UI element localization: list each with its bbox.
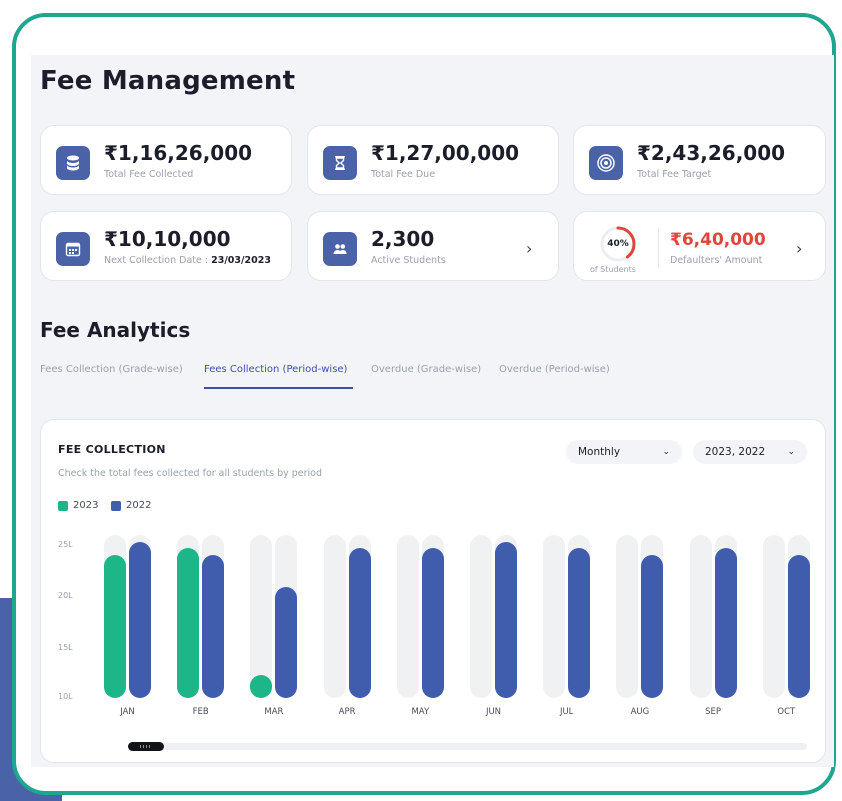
tab-fees-collection-grade-wise[interactable]: Fees Collection (Grade-wise) [40,364,183,375]
legend-swatch-2023 [58,500,68,511]
bar-track [762,535,785,698]
y-tick-label: 25L [58,540,73,549]
x-tick-label: AUG [630,707,650,717]
divider [658,228,659,268]
bar-2022-oct[interactable] [787,554,810,698]
stat-card-total-target: ₹2,43,26,000 Total Fee Target [573,125,826,195]
fee-collection-subtitle: Check the total fees collected for all s… [58,468,323,479]
legend-2022: 2022 [111,500,151,511]
x-tick-label: MAY [411,707,430,717]
total-fee-due-value: ₹1,27,00,000 [371,141,520,165]
year-dropdown[interactable]: 2023, 2022 ⌄ [693,440,807,464]
bar-2023-feb[interactable] [177,548,200,698]
next-collection-label: Next Collection Date : 23/03/2023 [104,255,271,266]
defaulters-amount: ₹6,40,000 [670,230,766,250]
fee-collection-title: FEE COLLECTION [58,443,166,456]
active-tab-indicator [204,387,353,389]
x-tick-label: JAN [120,707,135,717]
bar-2022-aug[interactable] [641,554,664,698]
stat-card-defaulters[interactable]: 40% of Students ₹6,40,000 Defaulters' Am… [573,211,826,281]
y-tick-label: 15L [58,643,73,652]
x-tick-label: JUN [485,707,502,717]
tab-overdue-period-wise[interactable]: Overdue (Period-wise) [499,364,610,375]
total-fee-due-label: Total Fee Due [371,169,436,180]
y-tick-label: 10L [58,692,73,701]
calendar-icon [56,232,90,266]
chevron-down-icon: ⌄ [787,447,795,457]
chevron-right-icon[interactable]: › [796,239,802,258]
x-tick-label: MAR [264,707,284,717]
bar-2023-jan[interactable] [104,554,126,698]
total-fee-collected-label: Total Fee Collected [104,169,194,180]
active-students-label: Active Students [371,255,446,266]
chevron-down-icon: ⌄ [662,447,670,457]
defaulters-percent: 40% [607,239,629,249]
tab-fees-collection-period-wise[interactable]: Fees Collection (Period-wise) [204,364,347,375]
bar-track [396,535,419,698]
y-tick-label: 20L [58,591,73,600]
bar-track [323,535,346,698]
active-students-value: 2,300 [371,227,435,251]
defaulters-progress-ring: 40% [598,224,638,264]
next-collection-value: ₹10,10,000 [104,227,231,251]
bar-2022-jan[interactable] [129,541,151,698]
chart-scrollbar-track[interactable] [130,743,807,750]
defaulters-percent-caption: of Students [590,265,636,274]
x-tick-label: OCT [777,707,796,717]
bar-track [250,535,273,698]
x-tick-label: JUL [559,707,574,717]
defaulters-amount-label: Defaulters' Amount [670,255,763,266]
chevron-right-icon[interactable]: › [526,239,532,258]
hourglass-icon [323,146,357,180]
legend-swatch-2022 [111,500,121,511]
total-fee-target-value: ₹2,43,26,000 [637,141,786,165]
bar-track [470,535,492,698]
stat-card-total-collected: ₹1,16,26,000 Total Fee Collected [40,125,292,195]
target-icon [589,146,623,180]
fee-analytics-title: Fee Analytics [40,318,191,342]
database-icon [56,146,90,180]
bar-2022-jul[interactable] [568,548,591,698]
bar-track [689,535,712,698]
page-title: Fee Management [40,66,296,96]
legend-label-2023: 2023 [73,500,99,511]
chart-scrollbar-thumb[interactable] [128,742,164,751]
bar-2022-may[interactable] [421,548,444,698]
year-dropdown-value: 2023, 2022 [705,446,766,458]
x-tick-label: APR [338,707,356,717]
x-tick-label: SEP [705,707,722,717]
next-collection-date: 23/03/2023 [211,255,271,266]
bar-track [616,535,639,698]
total-fee-target-label: Total Fee Target [637,169,712,180]
next-collection-date-prefix: Next Collection Date : [104,255,212,266]
bar-track [543,535,566,698]
users-icon [323,232,357,266]
x-tick-label: FEB [192,707,209,717]
bar-2022-jun[interactable] [495,541,517,698]
bar-2022-mar[interactable] [275,587,298,698]
stat-card-next-collection: ₹10,10,000 Next Collection Date : 23/03/… [40,211,292,281]
period-dropdown[interactable]: Monthly ⌄ [566,440,682,464]
bar-2022-apr[interactable] [348,548,371,698]
bar-2022-sep[interactable] [714,548,737,698]
total-fee-collected-value: ₹1,16,26,000 [104,141,253,165]
bar-2022-feb[interactable] [202,554,225,698]
stat-card-total-due: ₹1,27,00,000 Total Fee Due [307,125,559,195]
period-dropdown-value: Monthly [578,446,621,458]
legend-label-2022: 2022 [126,500,152,511]
legend-2023: 2023 [58,500,98,511]
stat-card-active-students[interactable]: 2,300 Active Students › [307,211,559,281]
tab-overdue-grade-wise[interactable]: Overdue (Grade-wise) [371,364,481,375]
